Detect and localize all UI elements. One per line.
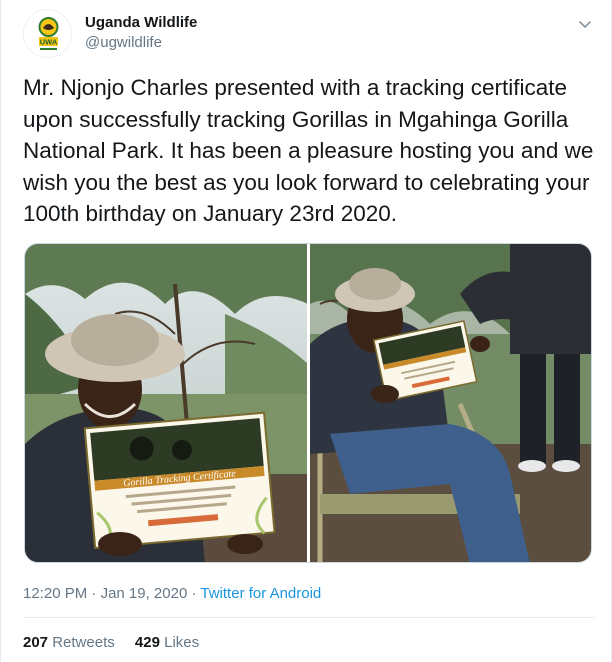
- divider: [23, 617, 595, 618]
- tweet-text: Mr. Njonjo Charles presented with a trac…: [23, 75, 594, 226]
- tweet-stats: 207 Retweets 429 Likes: [23, 633, 215, 653]
- retweets-label: Retweets: [52, 634, 115, 651]
- tweet-source-link[interactable]: Twitter for Android: [200, 585, 321, 602]
- tweet-media: Gorilla Tracking Certificate: [24, 243, 592, 563]
- photo-1[interactable]: Gorilla Tracking Certificate: [25, 244, 307, 562]
- meta-separator: ·: [91, 585, 97, 602]
- tweet-card: UWA Uganda Wildlife @ugwildlife Mr. Njon…: [0, 0, 612, 662]
- avatar[interactable]: UWA: [23, 9, 72, 58]
- photo-2[interactable]: [310, 244, 591, 562]
- tweet-time[interactable]: 12:20 PM: [23, 585, 87, 602]
- tweet-meta: 12:20 PM · Jan 19, 2020 · Twitter for An…: [23, 584, 321, 604]
- tweet-date[interactable]: Jan 19, 2020: [101, 585, 188, 602]
- chevron-down-icon: [579, 21, 591, 28]
- author-handle[interactable]: @ugwildlife: [85, 33, 197, 53]
- likes-label: Likes: [164, 634, 200, 651]
- retweets-count: 207: [23, 634, 49, 651]
- likes-count: 429: [134, 634, 160, 651]
- author-display-name[interactable]: Uganda Wildlife: [85, 13, 197, 33]
- tweet-menu-button[interactable]: [575, 14, 595, 34]
- tweet-header: UWA Uganda Wildlife @ugwildlife: [1, 0, 611, 66]
- author-names: Uganda Wildlife @ugwildlife: [85, 13, 197, 53]
- meta-separator-2: ·: [191, 585, 197, 602]
- likes-stat[interactable]: 429 Likes: [135, 634, 199, 651]
- uwa-logo-text: UWA: [40, 38, 58, 47]
- uwa-logo-icon: UWA: [24, 10, 71, 57]
- retweets-stat[interactable]: 207 Retweets: [23, 634, 115, 651]
